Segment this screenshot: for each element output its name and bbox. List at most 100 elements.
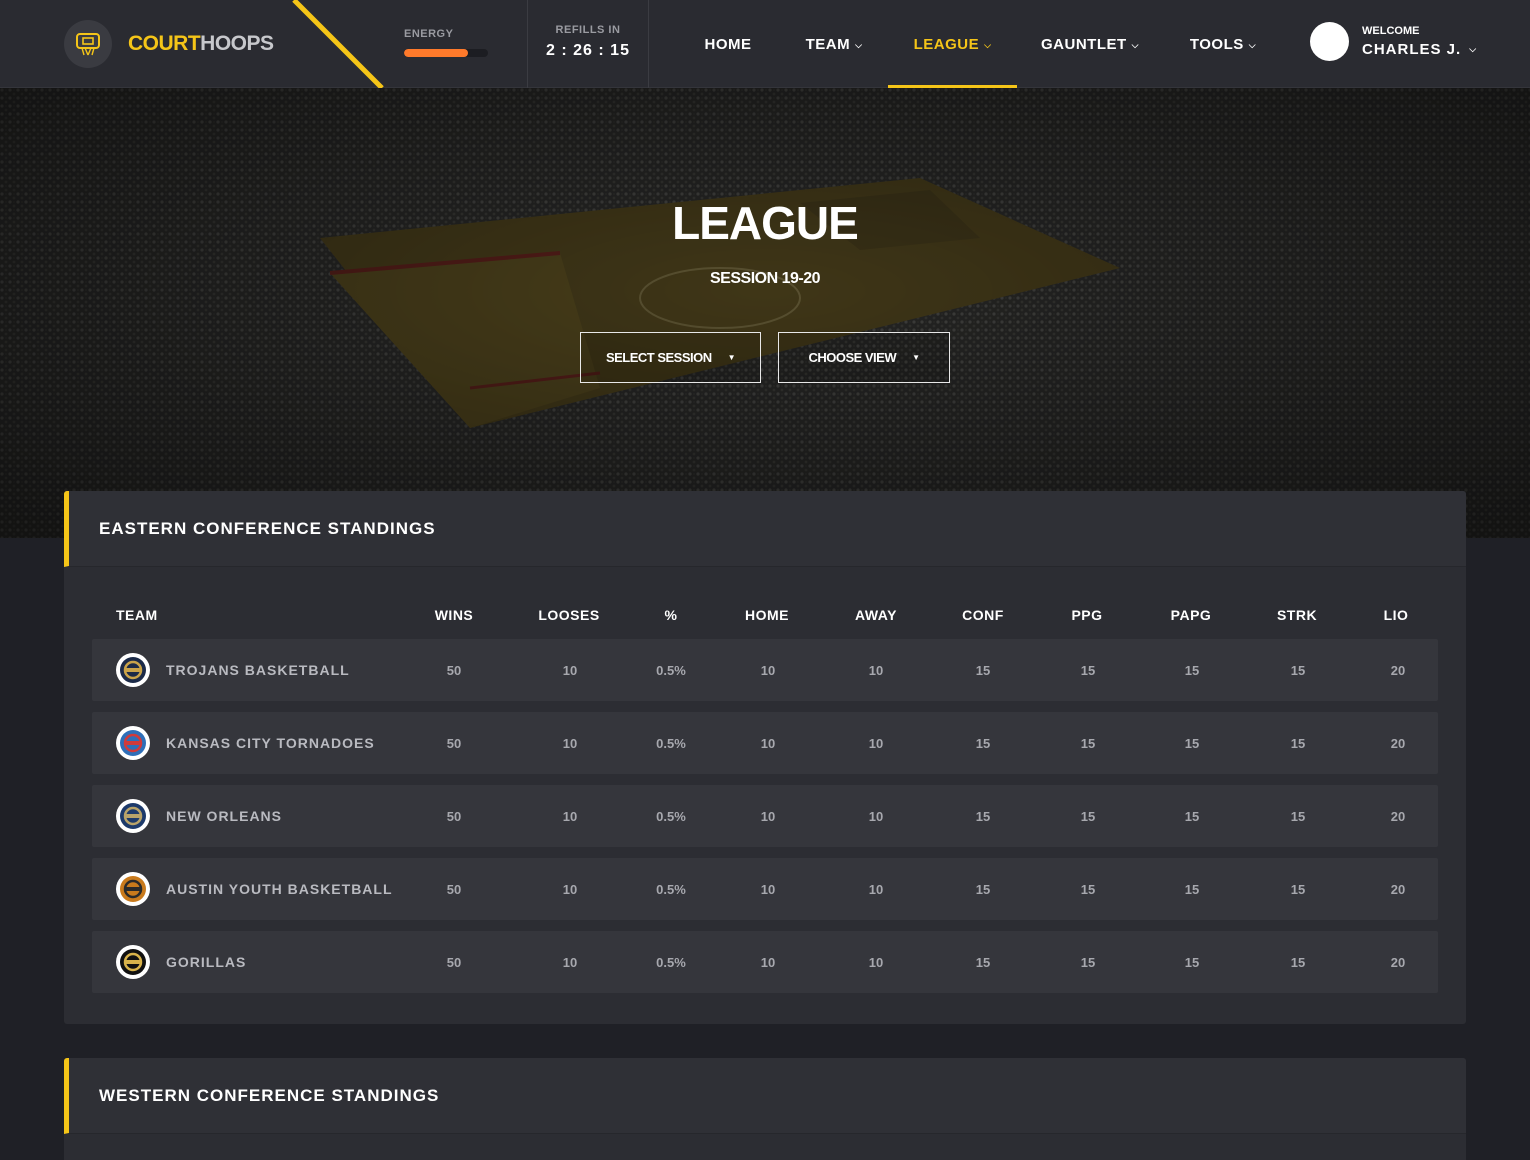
column-header-papg: PAPG [1170, 607, 1212, 623]
table-cell-strk: 15 [1290, 955, 1306, 970]
chevron-down-icon: ⌵ [855, 39, 863, 50]
user-name[interactable]: CHARLES J. ⌵ [1362, 41, 1477, 58]
hero-dark-overlay [0, 88, 1530, 538]
user-name-text: CHARLES J. [1362, 41, 1462, 58]
decorative-slash [292, 0, 384, 88]
table-cell-home: 10 [760, 663, 776, 678]
avatar[interactable] [1310, 22, 1349, 61]
standings-table-header: TEAM WINS LOOSES % HOME AWAY CONF PPG PA… [64, 567, 1466, 639]
caret-down-icon: ▼ [912, 353, 920, 362]
chevron-down-icon: ⌵ [1131, 39, 1139, 50]
team-name[interactable]: AUSTIN YOUTH BASKETBALL [166, 881, 393, 897]
brand-name-part2: HOOPS [200, 32, 274, 55]
table-cell-wins: 50 [446, 663, 462, 678]
session-subtitle: SESSION 19-20 [710, 270, 821, 287]
nav-home-label: HOME [704, 35, 752, 53]
gorillas-team-logo-icon [116, 945, 150, 979]
table-cell-papg: 15 [1184, 955, 1200, 970]
table-cell-ppg: 15 [1080, 955, 1096, 970]
western-standings-panel: WESTERN CONFERENCE STANDINGS [64, 1058, 1466, 1160]
table-cell-looses: 10 [562, 882, 578, 897]
table-cell-conf: 15 [975, 663, 991, 678]
top-navigation-bar: COURTHOOPS ENERGY REFILLS IN 2 : 26 : 15… [0, 0, 1530, 88]
table-cell-away: 10 [868, 882, 884, 897]
nav-home[interactable]: HOME [686, 0, 770, 88]
table-cell-percent: 0.5% [656, 809, 686, 824]
table-cell-lio: 20 [1390, 882, 1406, 897]
nav-team-label: TEAM [805, 35, 851, 53]
table-cell-papg: 15 [1184, 663, 1200, 678]
welcome-label: WELCOME [1362, 25, 1420, 37]
table-cell-home: 10 [760, 882, 776, 897]
team-name[interactable]: TROJANS BASKETBALL [166, 662, 350, 678]
column-header-ppg: PPG [1071, 607, 1103, 623]
team-name[interactable]: NEW ORLEANS [166, 808, 282, 824]
table-cell-lio: 20 [1390, 955, 1406, 970]
table-cell-percent: 0.5% [656, 882, 686, 897]
column-header-conf: CONF [962, 607, 1004, 623]
table-cell-ppg: 15 [1080, 809, 1096, 824]
user-menu[interactable]: WELCOME CHARLES J. ⌵ [1310, 22, 1477, 61]
table-cell-percent: 0.5% [656, 955, 686, 970]
table-cell-home: 10 [760, 736, 776, 751]
basketball-hoop-icon [64, 20, 112, 68]
column-header-percent: % [664, 607, 678, 623]
eastern-standings-title: EASTERN CONFERENCE STANDINGS [64, 491, 1466, 567]
header-divider [648, 0, 649, 88]
table-cell-strk: 15 [1290, 663, 1306, 678]
table-row[interactable]: GORILLAS 50 10 0.5% 10 10 15 15 15 15 20 [92, 931, 1438, 993]
table-cell-strk: 15 [1290, 809, 1306, 824]
table-cell-percent: 0.5% [656, 736, 686, 751]
nav-tools-label: TOOLS [1189, 35, 1244, 53]
chevron-down-icon: ⌵ [984, 39, 992, 50]
table-cell-away: 10 [868, 809, 884, 824]
team-name[interactable]: GORILLAS [166, 954, 246, 970]
table-row[interactable]: TROJANS BASKETBALL 50 10 0.5% 10 10 15 15 15 15 20 [92, 639, 1438, 701]
tornadoes-team-logo-icon [116, 726, 150, 760]
column-header-away: AWAY [855, 607, 897, 623]
brand-logo[interactable]: COURTHOOPS [64, 20, 274, 68]
table-cell-wins: 50 [446, 809, 462, 824]
new-orleans-team-logo-icon [116, 799, 150, 833]
table-cell-conf: 15 [975, 809, 991, 824]
table-cell-looses: 10 [562, 955, 578, 970]
table-cell-away: 10 [868, 663, 884, 678]
column-header-team: TEAM [116, 607, 158, 623]
nav-tools[interactable]: TOOLS ⌵ [1176, 0, 1270, 88]
nav-league[interactable]: LEAGUE ⌵ [888, 0, 1017, 88]
table-cell-away: 10 [868, 955, 884, 970]
choose-view-label: CHOOSE VIEW [808, 350, 897, 365]
table-cell-strk: 15 [1290, 882, 1306, 897]
table-cell-strk: 15 [1290, 736, 1306, 751]
nav-gauntlet[interactable]: GAUNTLET ⌵ [1030, 0, 1150, 88]
western-standings-title: WESTERN CONFERENCE STANDINGS [64, 1058, 1466, 1134]
choose-view-dropdown[interactable]: CHOOSE VIEW ▼ [778, 332, 950, 383]
table-row[interactable]: KANSAS CITY TORNADOES 50 10 0.5% 10 10 15 15 15 1… [92, 712, 1438, 774]
energy-bar [404, 49, 488, 57]
brand-name: COURTHOOPS [128, 32, 274, 56]
energy-meter: ENERGY [404, 28, 488, 57]
table-cell-lio: 20 [1390, 736, 1406, 751]
nav-league-label: LEAGUE [913, 35, 980, 53]
column-header-strk: STRK [1276, 607, 1318, 623]
table-row[interactable]: AUSTIN YOUTH BASKETBALL 50 10 0.5% 10 10 15 15 1… [92, 858, 1438, 920]
table-cell-papg: 15 [1184, 736, 1200, 751]
table-cell-looses: 10 [562, 809, 578, 824]
table-cell-conf: 15 [975, 736, 991, 751]
table-cell-ppg: 15 [1080, 882, 1096, 897]
table-row[interactable]: NEW ORLEANS 50 10 0.5% 10 10 15 15 15 15 20 [92, 785, 1438, 847]
chevron-down-icon: ⌵ [1248, 39, 1257, 50]
table-cell-looses: 10 [562, 736, 578, 751]
nav-team[interactable]: TEAM ⌵ [786, 0, 882, 88]
refills-label: REFILLS IN [555, 24, 621, 36]
column-header-wins: WINS [434, 607, 474, 623]
brand-name-part1: COURT [128, 32, 201, 55]
select-session-label: SELECT SESSION [605, 350, 712, 365]
energy-bar-fill [404, 49, 468, 57]
table-cell-home: 10 [760, 955, 776, 970]
standings-table-body: TROJANS BASKETBALL 50 10 0.5% 10 10 15 15 15 15 20… [64, 639, 1466, 993]
team-name[interactable]: KANSAS CITY TORNADOES [166, 735, 375, 751]
column-header-home: HOME [745, 607, 789, 623]
select-session-dropdown[interactable]: SELECT SESSION ▼ [580, 332, 761, 383]
refills-timer: 2 : 26 : 15 [546, 42, 630, 59]
